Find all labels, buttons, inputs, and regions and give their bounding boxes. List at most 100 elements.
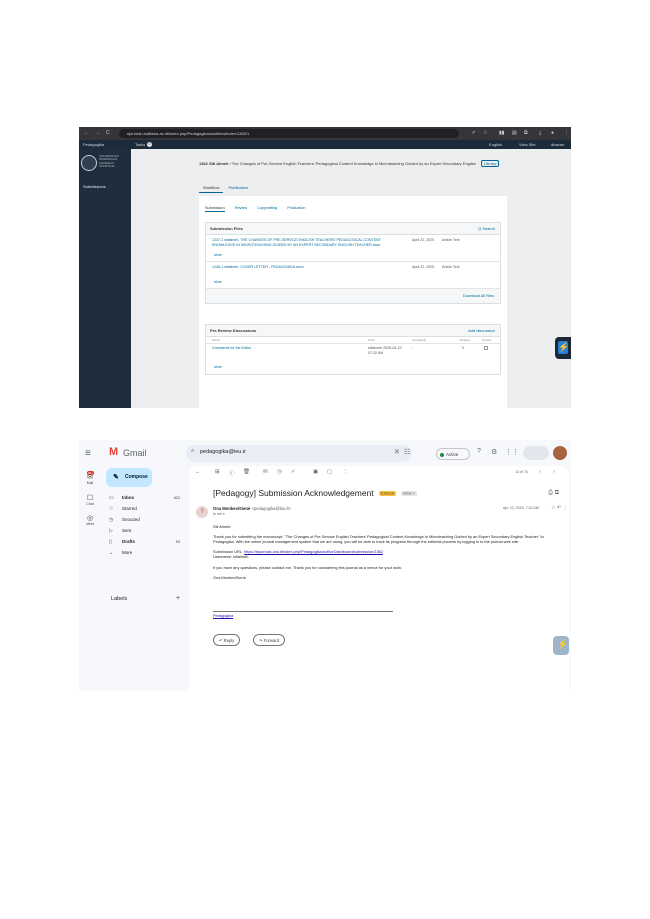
apps-grid-icon[interactable]: ⋮⋮ — [505, 448, 519, 456]
language-link[interactable]: English — [489, 140, 502, 149]
reply-button[interactable]: ↶ Reply — [213, 634, 241, 646]
view-site-link[interactable]: View Site — [519, 140, 536, 149]
nav-item-inbox[interactable]: ▭ Inbox 822 — [106, 494, 186, 502]
pencil-icon: ✎ — [113, 474, 119, 481]
main-menu-icon[interactable]: ≡ — [85, 448, 91, 459]
snooze-icon[interactable]: ◷ — [277, 469, 282, 475]
clock-icon: ◷ — [109, 517, 114, 523]
journal-switcher[interactable]: Pedagogika — [83, 140, 104, 149]
message-subject: [Pedagogy] Submission Acknowledgement Ex… — [213, 488, 417, 498]
profile-icon[interactable]: ● — [551, 130, 554, 136]
file-name-link[interactable]: 1247-1 sitialmeh, THE CHANGES OF PRE-SER… — [212, 238, 392, 247]
add-task-icon[interactable]: ✓ — [291, 469, 296, 475]
status-button[interactable]: Active — [436, 448, 470, 460]
message-body: Siti Almeh: Thank you for submitting the… — [213, 524, 561, 585]
file-name-link[interactable]: 1248-1 sitialmeh, COVER LETTER - PEDAGOG… — [212, 265, 392, 270]
file-more-link[interactable]: More — [214, 280, 222, 284]
back-icon[interactable]: ← — [84, 130, 89, 136]
forward-button[interactable]: ↷ Forward — [253, 634, 286, 646]
rail-meet[interactable]: ◎ Meet — [79, 514, 101, 526]
column-name: Name — [212, 338, 221, 342]
back-arrow-icon[interactable]: ← — [195, 469, 201, 475]
download-icon[interactable]: ⤓ — [539, 130, 541, 136]
grid-header: Submission Files Q Search — [206, 223, 500, 235]
tab-submission[interactable]: Submission — [205, 206, 225, 212]
print-and-popout-icons[interactable]: ⎙ ⧉ — [548, 490, 559, 497]
submission-url-link[interactable]: https://ejournals.vdu.lt/index.php/Pedag… — [244, 549, 383, 554]
tab-copyediting[interactable]: Copyediting — [257, 206, 277, 210]
send-icon: ▷ — [109, 528, 113, 534]
file-more-link[interactable]: More — [214, 253, 222, 257]
nav-item-starred[interactable]: ☆ Starred — [106, 505, 186, 513]
ojs-screenshot: ← → C ejournal.undiksha.ac.id/index.php/… — [79, 127, 571, 408]
clear-search-icon[interactable]: ✕ — [394, 448, 400, 456]
older-icon[interactable]: ‹ — [539, 469, 541, 475]
grid-header: Pre-Review Discussions Add discussion — [206, 325, 500, 337]
browser-menu-icon[interactable]: ⋮ — [564, 130, 569, 136]
archive-icon[interactable]: ⊞ — [215, 469, 220, 475]
mark-unread-icon[interactable]: ✉ — [263, 469, 268, 475]
bookmark-star-icon[interactable]: ☆ — [483, 130, 487, 136]
newer-icon[interactable]: › — [553, 469, 555, 475]
tasks-link[interactable]: Tasks — [135, 140, 145, 149]
recipient-details-toggle[interactable]: to me ▾ — [213, 512, 225, 516]
journal-link[interactable]: Pedagogika — [213, 614, 233, 618]
greeting: Siti Almeh: — [213, 524, 232, 529]
tab-search-icon[interactable]: ⧉ — [524, 130, 528, 136]
sender-avatar: ? — [196, 506, 208, 518]
report-spam-icon[interactable]: ⓘ — [229, 469, 235, 477]
search-icon[interactable]: ⌕ — [191, 448, 194, 455]
reload-icon[interactable]: C — [106, 130, 110, 136]
file-row: 1247-1 sitialmeh, THE CHANGES OF PRE-SER… — [206, 235, 500, 262]
add-label-icon[interactable]: + — [176, 595, 180, 602]
compose-button[interactable]: ✎ Compose — [106, 468, 152, 487]
tab-production[interactable]: Production — [287, 206, 305, 210]
search-files-link[interactable]: Q Search — [478, 223, 495, 235]
discussion-row: Comments for the Editor sitialmeh 2025-0… — [206, 344, 500, 374]
discussion-more-link[interactable]: More — [214, 365, 222, 369]
nav-item-more[interactable]: ⌄ More — [106, 549, 186, 557]
user-menu[interactable]: dbacan — [551, 140, 564, 149]
forward-icon[interactable]: → — [95, 130, 100, 136]
move-to-icon[interactable]: ▣ — [313, 469, 318, 475]
search-bar[interactable]: ⌕ pedagogika@ieu.ir ✕ ☷ — [186, 445, 412, 462]
download-all-link[interactable]: Download All Files — [206, 289, 500, 303]
sidebar-item-submissions[interactable]: Submissions — [83, 184, 106, 189]
nav-item-snoozed[interactable]: ◷ Snoozed — [106, 516, 186, 524]
rail-chat[interactable]: ☐ Chat — [79, 494, 101, 506]
external-label[interactable]: External — [379, 491, 396, 497]
inbox-icon: ▭ — [109, 495, 114, 501]
rail-mail[interactable]: 99+ ✉ Mail — [79, 471, 101, 485]
search-options-icon[interactable]: ☷ — [404, 448, 410, 456]
library-button[interactable]: Library — [481, 160, 500, 167]
delete-icon[interactable]: 🗑 — [243, 469, 250, 475]
reading-list-icon[interactable]: ▤ — [512, 130, 517, 136]
ojs-sidebar: UNIVERSITAS PENDIDIKAN GANESHA UNDIKSHA … — [79, 149, 131, 408]
add-discussion-link[interactable]: Add discussion — [468, 325, 495, 337]
ojs-top-bar: Pedagogika Tasks 0 English View Site dba… — [79, 140, 571, 149]
more-options-icon[interactable]: ⋮ — [343, 469, 349, 475]
discussion-name-link[interactable]: Comments for the Editor — [212, 346, 251, 350]
nav-label: More — [122, 550, 133, 555]
search-input[interactable]: pedagogika@ieu.ir — [200, 449, 246, 455]
inbox-label[interactable]: Inbox × — [401, 491, 417, 497]
tab-publication[interactable]: Publication — [225, 183, 253, 192]
star-reply-more-icons[interactable]: ☆ ↶ ⋮ — [551, 505, 567, 511]
floating-widget[interactable]: ⚡ — [553, 636, 569, 655]
nav-item-drafts[interactable]: ▯ Drafts 53 — [106, 538, 186, 546]
open-icon[interactable]: ↗ — [471, 130, 475, 136]
tab-review[interactable]: Review — [235, 206, 247, 210]
extension-icon[interactable]: ▮▮ — [499, 130, 505, 136]
settings-gear-icon[interactable]: ⚙ — [491, 448, 497, 456]
label-icon[interactable]: ▢ — [327, 469, 332, 475]
help-icon[interactable]: ? — [477, 448, 481, 455]
google-account-switcher[interactable] — [523, 446, 549, 460]
file-row: 1248-1 sitialmeh, COVER LETTER - PEDAGOG… — [206, 262, 500, 289]
avatar[interactable] — [553, 446, 567, 460]
signature-name: Ona MonkeviSienė — [213, 574, 246, 580]
floating-widget[interactable]: ⚡ — [555, 337, 571, 359]
closed-checkbox[interactable] — [484, 346, 488, 350]
tab-workflow[interactable]: Workflow — [199, 183, 224, 193]
address-bar[interactable]: ejournal.undiksha.ac.id/index.php/Pedago… — [119, 129, 459, 138]
nav-item-sent[interactable]: ▷ Sent — [106, 527, 186, 535]
